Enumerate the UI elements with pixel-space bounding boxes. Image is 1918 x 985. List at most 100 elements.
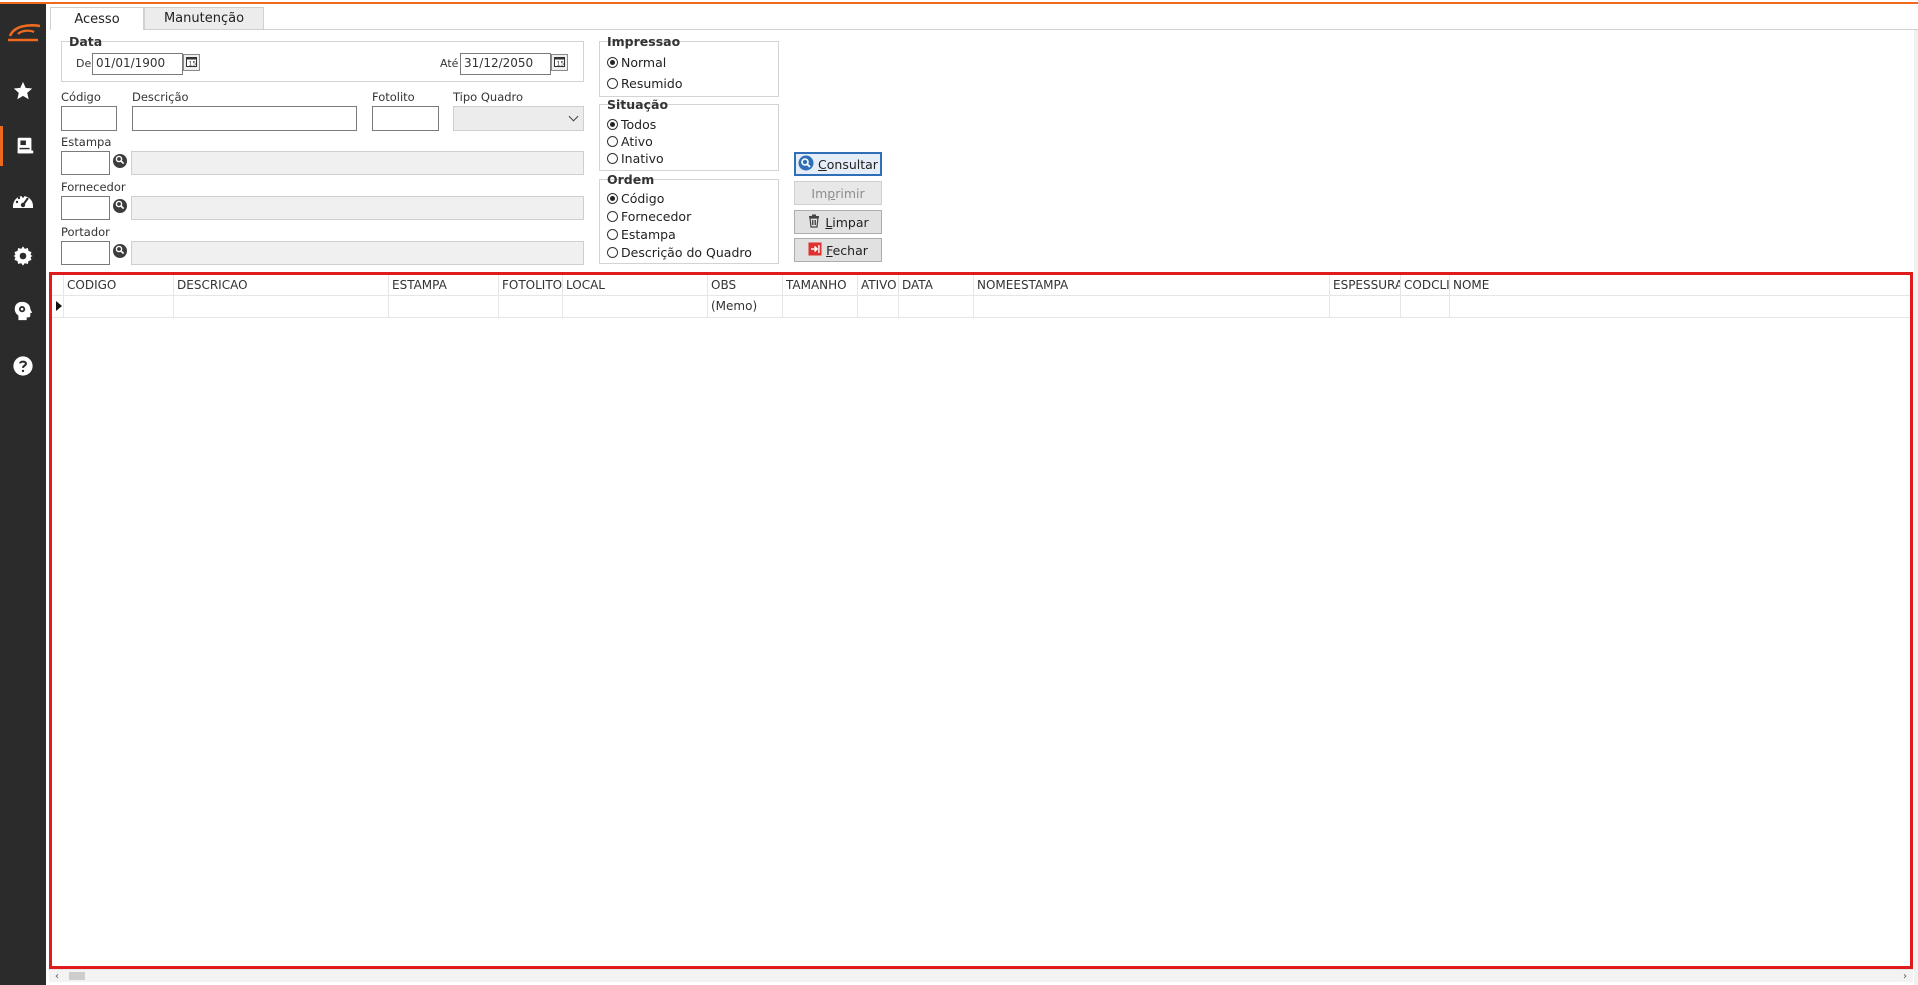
column-header-fotolito[interactable]: FOTOLITO: [499, 275, 563, 295]
portador-search-button[interactable]: [113, 244, 127, 258]
radio-icon: [607, 136, 618, 147]
tab-manutencao[interactable]: Manutenção: [144, 7, 264, 30]
calendar-from-button[interactable]: 15: [183, 54, 200, 71]
tipo-quadro-select[interactable]: [453, 106, 584, 131]
sidebar-item-registers[interactable]: [0, 126, 46, 166]
sidebar: [0, 4, 46, 985]
tab-acesso[interactable]: Acesso: [50, 7, 144, 30]
magnifier-icon: [798, 155, 814, 174]
sidebar-item-settings[interactable]: [0, 236, 46, 276]
column-header-data[interactable]: DATA: [899, 275, 974, 295]
cell-codcli[interactable]: [1401, 295, 1450, 317]
ordem-option-descricao-quadro[interactable]: Descrição do Quadro: [607, 245, 752, 260]
date-from-input[interactable]: 01/01/1900: [92, 53, 183, 75]
date-to-label: Até: [440, 57, 459, 70]
results-grid[interactable]: CODIGO DESCRICAO ESTAMPA FOTOLITO LOCAL …: [49, 272, 1913, 969]
radio-icon: [607, 153, 618, 164]
cell-codigo[interactable]: [64, 295, 174, 317]
consultar-button[interactable]: Consultar: [794, 152, 882, 176]
limpar-button[interactable]: Limpar: [794, 210, 882, 234]
column-header-tamanho[interactable]: TAMANHO: [783, 275, 858, 295]
search-icon: [115, 199, 125, 213]
estampa-description-field: [131, 151, 584, 175]
codigo-input[interactable]: [61, 106, 117, 131]
ordem-option-estampa[interactable]: Estampa: [607, 227, 676, 242]
radio-icon: [607, 78, 618, 89]
calendar-icon: 15: [554, 56, 565, 70]
cell-data[interactable]: [899, 295, 974, 317]
descricao-label: Descrição: [132, 90, 189, 104]
radio-icon: [607, 247, 618, 258]
calendar-icon: 15: [186, 56, 197, 70]
svg-text:15: 15: [557, 60, 565, 67]
codigo-label: Código: [61, 90, 101, 104]
ordem-option-fornecedor[interactable]: Fornecedor: [607, 209, 691, 224]
scroll-thumb[interactable]: [69, 972, 85, 980]
head-gear-icon: [12, 300, 34, 322]
impressao-option-resumido[interactable]: Resumido: [607, 76, 682, 91]
fotolito-label: Fotolito: [372, 90, 415, 104]
sidebar-item-dashboard[interactable]: [0, 181, 46, 221]
cell-espessura[interactable]: [1330, 295, 1401, 317]
descricao-input[interactable]: [132, 106, 357, 131]
fotolito-input[interactable]: [372, 106, 439, 131]
grid-header: CODIGO DESCRICAO ESTAMPA FOTOLITO LOCAL …: [52, 275, 1910, 296]
scroll-left-icon[interactable]: ‹: [55, 971, 59, 982]
ordem-title: Ordem: [607, 172, 655, 187]
dashboard-gauge-icon: [11, 190, 35, 212]
estampa-label: Estampa: [61, 135, 112, 149]
fechar-button[interactable]: Fechar: [794, 238, 882, 262]
ordem-option-codigo[interactable]: Código: [607, 191, 664, 206]
fornecedor-search-button[interactable]: [113, 199, 127, 213]
cell-estampa[interactable]: [389, 295, 499, 317]
cell-fotolito[interactable]: [499, 295, 563, 317]
vertical-scrollbar[interactable]: [1914, 30, 1918, 985]
fornecedor-description-field: [131, 196, 584, 220]
fornecedor-code-input[interactable]: [61, 196, 110, 220]
estampa-code-input[interactable]: [61, 151, 110, 175]
cell-local[interactable]: [563, 295, 708, 317]
situacao-option-ativo[interactable]: Ativo: [607, 134, 653, 149]
grid-indicator-header: [52, 275, 64, 295]
cell-nomeestampa[interactable]: [974, 295, 1330, 317]
scroll-right-icon[interactable]: ›: [1903, 971, 1907, 982]
column-header-nomeestampa[interactable]: NOMEESTAMPA: [974, 275, 1330, 295]
cell-descricao[interactable]: [174, 295, 389, 317]
column-header-local[interactable]: LOCAL: [563, 275, 708, 295]
column-header-codcli[interactable]: CODCLI: [1401, 275, 1450, 295]
date-to-input[interactable]: 31/12/2050: [460, 53, 551, 75]
column-header-obs[interactable]: OBS: [708, 275, 783, 295]
gear-icon: [12, 245, 34, 267]
horizontal-scrollbar[interactable]: ‹ ›: [49, 969, 1913, 982]
svg-text:15: 15: [189, 60, 197, 67]
portador-code-input[interactable]: [61, 241, 110, 265]
situacao-option-inativo[interactable]: Inativo: [607, 151, 664, 166]
search-icon: [115, 154, 125, 168]
tipo-quadro-label: Tipo Quadro: [453, 90, 524, 104]
help-icon: [12, 355, 34, 377]
column-header-nome[interactable]: NOME: [1450, 275, 1910, 295]
radio-icon: [607, 229, 618, 240]
cell-obs[interactable]: (Memo): [708, 295, 783, 317]
sidebar-item-intelligence[interactable]: [0, 291, 46, 331]
column-header-codigo[interactable]: CODIGO: [64, 275, 174, 295]
column-header-descricao[interactable]: DESCRICAO: [174, 275, 389, 295]
impressao-option-normal[interactable]: Normal: [607, 55, 666, 70]
sidebar-item-help[interactable]: [0, 346, 46, 386]
calendar-to-button[interactable]: 15: [551, 54, 568, 71]
cell-tamanho[interactable]: [783, 295, 858, 317]
row-indicator: [52, 295, 64, 317]
table-row[interactable]: (Memo): [52, 295, 1910, 318]
imprimir-button[interactable]: Imprimir: [794, 181, 882, 205]
column-header-espessura[interactable]: ESPESSURA: [1330, 275, 1401, 295]
situacao-option-todos[interactable]: Todos: [607, 117, 656, 132]
sidebar-item-favorites[interactable]: [0, 71, 46, 111]
situacao-title: Situação: [607, 97, 669, 112]
current-row-arrow-icon: [56, 301, 62, 311]
fornecedor-label: Fornecedor: [61, 180, 126, 194]
cell-nome[interactable]: [1450, 295, 1910, 317]
column-header-ativo[interactable]: ATIVO: [858, 275, 899, 295]
estampa-search-button[interactable]: [113, 154, 127, 168]
cell-ativo[interactable]: [858, 295, 899, 317]
column-header-estampa[interactable]: ESTAMPA: [389, 275, 499, 295]
